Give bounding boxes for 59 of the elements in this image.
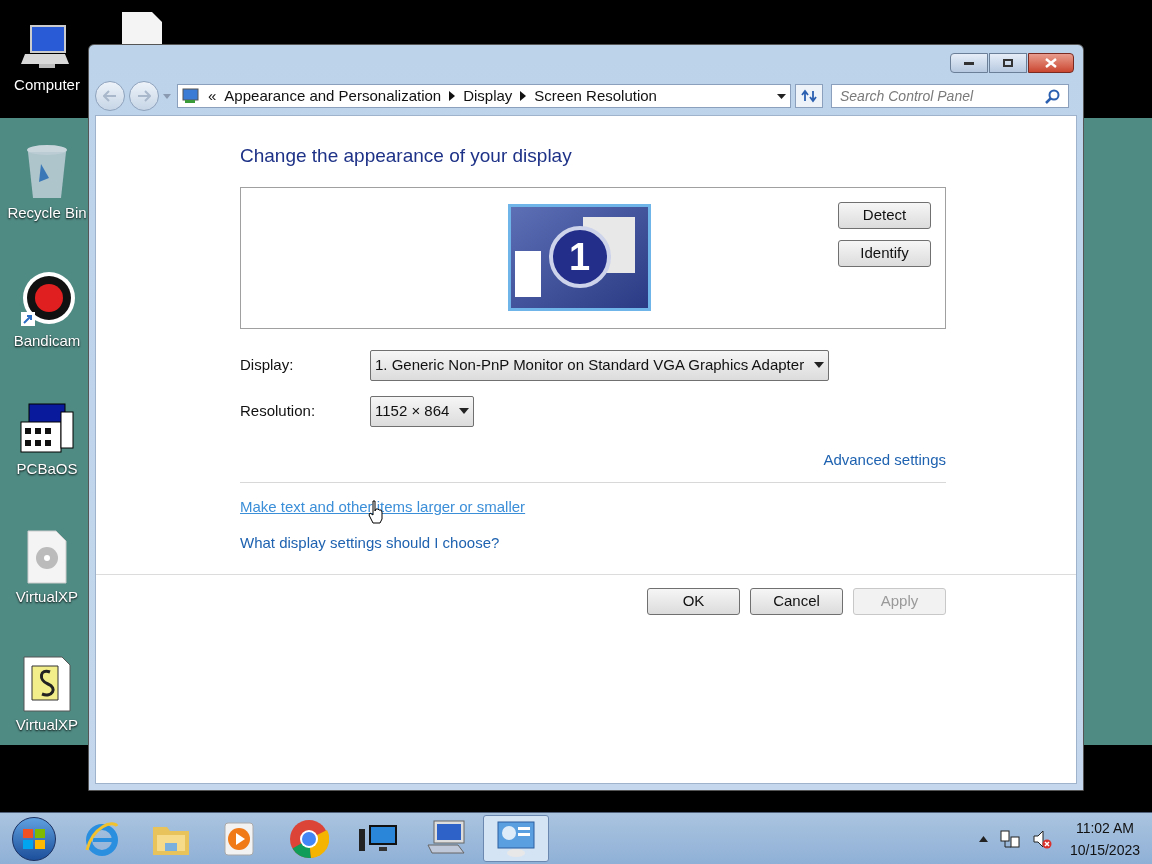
clock-date[interactable]: 10/15/2023 [1069, 838, 1140, 861]
advanced-settings-link[interactable]: Advanced settings [823, 448, 946, 471]
windows-logo-icon [23, 828, 45, 849]
chrome-icon [289, 818, 329, 859]
muted-speaker-icon[interactable] [1031, 828, 1052, 849]
desktop-icon-label[interactable]: Bandicam [13, 330, 81, 353]
desktop-icon-label[interactable]: Recycle Bin [7, 202, 87, 225]
dropdown[interactable]: 1152 × 864 [370, 395, 475, 427]
address-bar[interactable]: « Appearance and Personalization Display Screen Resolution [177, 84, 791, 108]
help-link[interactable]: What display settings should I choose? [240, 531, 500, 554]
breadcrumb-arrow-icon[interactable] [449, 91, 456, 101]
refresh-arrows-icon [801, 89, 817, 103]
back-arrow-icon [103, 90, 117, 102]
monitor-action-button[interactable]: Identify [838, 239, 931, 267]
monitor-number: 1 [548, 226, 611, 288]
close-button[interactable] [1028, 53, 1074, 73]
breadcrumb-item[interactable]: Display [463, 84, 513, 108]
script-file-icon [22, 656, 72, 712]
desktop-icon-label[interactable]: PCBaOS [16, 458, 78, 481]
display-settings-icon [496, 819, 536, 858]
breadcrumb-item[interactable]: Screen Resolution [534, 84, 657, 108]
search-icon [1045, 88, 1060, 104]
dropdown[interactable]: 1. Generic Non-PnP Monitor on Standard VGA Graphics Adapter [370, 349, 830, 381]
mini-window-drawing [515, 250, 541, 297]
program-windows-icon [19, 400, 75, 456]
desktop-icon-label[interactable]: VirtualXP [15, 714, 79, 737]
desktop-icon-label[interactable]: Computer [14, 74, 80, 97]
field-label: Resolution: [240, 400, 317, 421]
close-icon [1045, 58, 1057, 68]
breadcrumb-item[interactable]: Appearance and Personalization [224, 84, 442, 108]
monitor-tile[interactable]: 1 [508, 203, 651, 311]
minimize-button[interactable] [950, 53, 988, 73]
search-input[interactable]: Search Control Panel [840, 85, 1045, 107]
dropdown-caret-icon [814, 362, 825, 368]
show-hidden-icons-icon[interactable] [978, 835, 988, 842]
monitor-action-button[interactable]: Detect [838, 201, 931, 229]
maximize-button[interactable] [989, 53, 1027, 73]
field-label: Display: [240, 354, 295, 375]
disc-file-icon [26, 530, 68, 584]
clock-time[interactable]: 11:02 AM [1075, 816, 1134, 839]
browser-e-icon [83, 819, 121, 858]
page-heading: Change the appearance of your display [240, 144, 573, 168]
breadcrumb-arrow-icon[interactable] [520, 91, 527, 101]
dropdown-caret-icon[interactable] [777, 93, 786, 99]
refresh-button[interactable] [795, 84, 823, 108]
control-panel-icon [182, 88, 200, 104]
search-field[interactable]: Search Control Panel [831, 84, 1069, 108]
history-caret-icon [163, 93, 171, 99]
dropdown-caret-icon [459, 408, 470, 414]
start-button[interactable] [12, 816, 56, 861]
dialog-button[interactable]: OK [647, 588, 740, 615]
play-icon [223, 820, 257, 857]
network-icon[interactable] [999, 828, 1020, 849]
forward-arrow-icon [137, 90, 151, 102]
recycle-bin-icon [25, 144, 69, 200]
breadcrumb-overflow[interactable]: « [208, 84, 217, 108]
dialog-button[interactable]: Cancel [750, 588, 843, 615]
record-icon [19, 272, 75, 328]
desktop-icon-label[interactable]: VirtualXP [15, 586, 79, 609]
